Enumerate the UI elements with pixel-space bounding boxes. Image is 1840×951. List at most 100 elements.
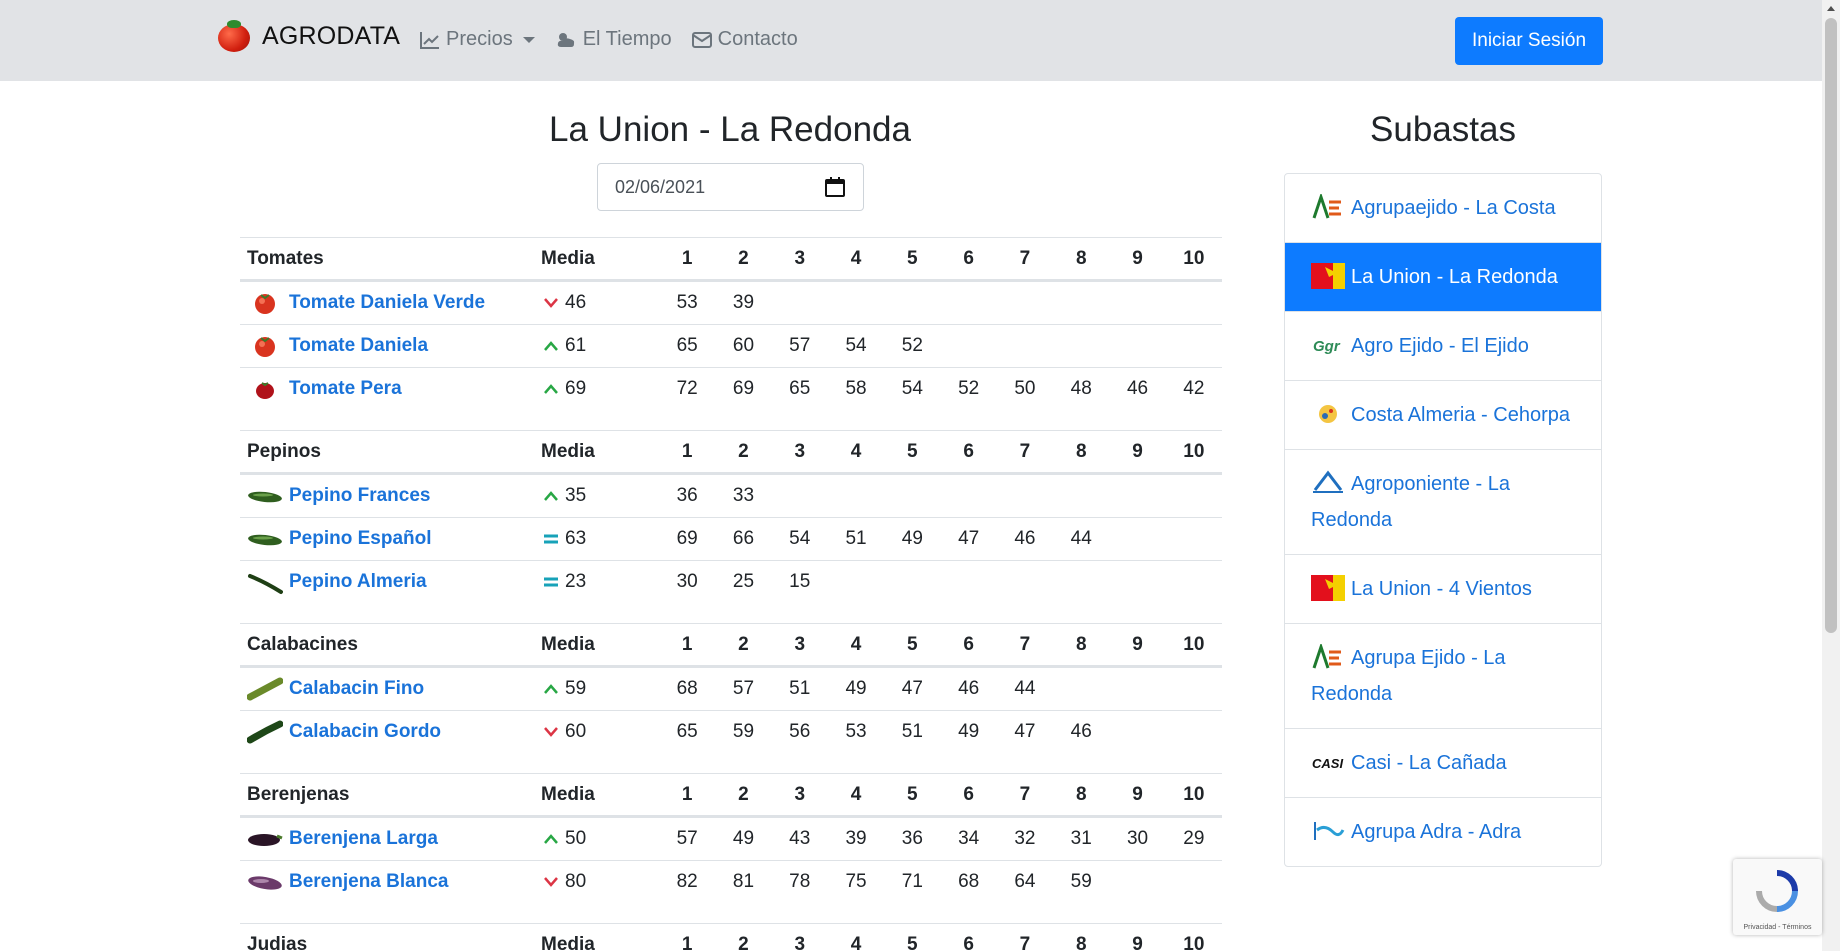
column-header-7: 7 [1019, 247, 1031, 269]
subasta-item[interactable]: Agrupa Adra - Adra [1285, 798, 1601, 866]
subasta-item[interactable]: La Union - 4 Vientos [1285, 555, 1601, 624]
trend-up-icon [541, 340, 561, 352]
column-header-6: 6 [963, 633, 974, 655]
envelope-icon [691, 31, 712, 48]
subastas-list: Agrupaejido - La Costa La Union - La Redo… [1284, 173, 1602, 867]
media-value: 50 [565, 828, 587, 849]
media-value: 61 [565, 335, 587, 356]
price-value: 47 [958, 528, 980, 549]
trend-equal-icon [541, 576, 561, 588]
vertical-scrollbar[interactable] [1822, 0, 1840, 951]
nav-contacto[interactable]: Contacto [691, 28, 798, 51]
product-link[interactable]: Berenjena Larga [289, 828, 438, 850]
product-row: Tomate Pera 69 72 69 65 58 54 52 50 48 46 42 [240, 367, 1222, 410]
column-header-3: 3 [794, 633, 806, 655]
date-picker-input[interactable]: 02/06/2021 [597, 163, 864, 211]
subasta-label: Agro Ejido - El Ejido [1351, 335, 1529, 357]
column-header-7: 7 [1019, 933, 1031, 951]
price-value: 49 [958, 721, 980, 742]
recaptcha-icon [1756, 870, 1798, 912]
column-header-6: 6 [963, 783, 974, 805]
calendar-icon[interactable] [825, 177, 845, 197]
product-link[interactable]: Calabacin Fino [289, 678, 424, 700]
column-header-10: 10 [1183, 440, 1205, 462]
group-header-row: Tomates Media 1 2 3 4 5 6 7 8 9 10 [240, 237, 1222, 281]
svg-text:Ggr: Ggr [1313, 338, 1341, 355]
price-group: Pepinos Media 1 2 3 4 5 6 7 8 9 10 Pepino Frances 35 3… [240, 430, 1222, 603]
column-header-7: 7 [1019, 783, 1031, 805]
price-value: 30 [1126, 828, 1149, 849]
subasta-item[interactable]: CASI Casi - La Cañada [1285, 729, 1601, 798]
price-group: Berenjenas Media 1 2 3 4 5 6 7 8 9 10 Berenjena Larg… [240, 773, 1222, 903]
subasta-item[interactable]: Ggr Agro Ejido - El Ejido [1285, 312, 1601, 381]
price-value: 32 [1014, 828, 1036, 849]
column-header-5: 5 [907, 783, 918, 805]
column-header-2: 2 [738, 633, 749, 655]
nav-precios-dropdown[interactable]: Precios [420, 28, 535, 51]
price-value: 39 [845, 828, 867, 849]
eggplant-white-icon [247, 868, 283, 896]
price-value: 36 [676, 485, 698, 506]
price-group: Judias Media 1 2 3 4 5 6 7 8 9 10 [240, 923, 1222, 951]
product-link[interactable]: Tomate Daniela [289, 335, 428, 357]
la-union-logo-icon [1311, 263, 1345, 289]
costa-almeria-logo-icon [1311, 401, 1345, 427]
product-link[interactable]: Berenjena Blanca [289, 871, 448, 893]
product-link[interactable]: Pepino Español [289, 528, 432, 550]
product-link[interactable]: Pepino Frances [289, 485, 431, 507]
subasta-item[interactable]: Agrupaejido - La Costa [1285, 174, 1601, 243]
media-value: 23 [565, 571, 587, 592]
login-button[interactable]: Iniciar Sesión [1455, 17, 1603, 65]
column-header-4: 4 [850, 633, 862, 655]
column-header-1: 1 [681, 247, 693, 269]
product-link[interactable]: Pepino Almeria [289, 571, 427, 593]
media-value: 59 [565, 678, 587, 699]
subasta-item[interactable]: Agrupa Ejido - La Redonda [1285, 624, 1601, 729]
subasta-item[interactable]: Costa Almeria - Cehorpa [1285, 381, 1601, 450]
nav-links: Precios El Tiempo Contacto [420, 28, 818, 51]
product-link[interactable]: Tomate Pera [289, 378, 402, 400]
column-header-5: 5 [907, 933, 918, 951]
column-header-9: 9 [1132, 783, 1143, 805]
brand-name: AGRODATA [262, 21, 401, 50]
subasta-item[interactable]: Agroponiente - La Redonda [1285, 450, 1601, 555]
price-value: 44 [1070, 528, 1092, 549]
price-value: 64 [1014, 871, 1036, 892]
recaptcha-badge[interactable]: Privacidad - Términos [1733, 859, 1822, 935]
price-value: 56 [789, 721, 811, 742]
column-header-9: 9 [1132, 933, 1143, 951]
product-row: Berenjena Larga 50 57 49 43 39 36 34 32 31 30 29 [240, 817, 1222, 860]
price-value: 58 [845, 378, 867, 399]
column-header-1: 1 [681, 933, 693, 951]
brand[interactable]: AGRODATA [216, 18, 400, 54]
nav-precios-label: Precios [446, 28, 513, 50]
column-header-8: 8 [1075, 933, 1087, 951]
column-header-2: 2 [738, 933, 749, 951]
column-header-10: 10 [1183, 633, 1205, 655]
scroll-up-icon[interactable] [1827, 6, 1835, 11]
column-header-1: 1 [681, 440, 693, 462]
media-value: 46 [565, 292, 587, 313]
column-header-6: 6 [963, 247, 974, 269]
column-header-1: 1 [681, 633, 693, 655]
column-header-2: 2 [738, 247, 749, 269]
svg-text:CASI: CASI [1312, 756, 1343, 771]
price-value: 51 [901, 721, 923, 742]
product-link[interactable]: Tomate Daniela Verde [289, 292, 485, 314]
media-value: 60 [565, 721, 587, 742]
price-value: 75 [845, 871, 867, 892]
agrupaejido-logo-icon [1311, 642, 1345, 670]
column-header-media: Media [541, 633, 595, 655]
nav-el-tiempo[interactable]: El Tiempo [555, 28, 672, 51]
agrupaejido-logo-icon [1311, 192, 1345, 220]
product-link[interactable]: Calabacin Gordo [289, 721, 441, 743]
price-value: 65 [676, 335, 698, 356]
price-value: 54 [845, 335, 867, 356]
column-header-4: 4 [850, 247, 862, 269]
subasta-item[interactable]: La Union - La Redonda [1285, 243, 1601, 312]
column-header-3: 3 [794, 933, 806, 951]
price-value: 25 [732, 571, 755, 592]
scrollbar-thumb[interactable] [1825, 18, 1837, 633]
column-header-8: 8 [1075, 783, 1087, 805]
column-header-8: 8 [1075, 247, 1087, 269]
